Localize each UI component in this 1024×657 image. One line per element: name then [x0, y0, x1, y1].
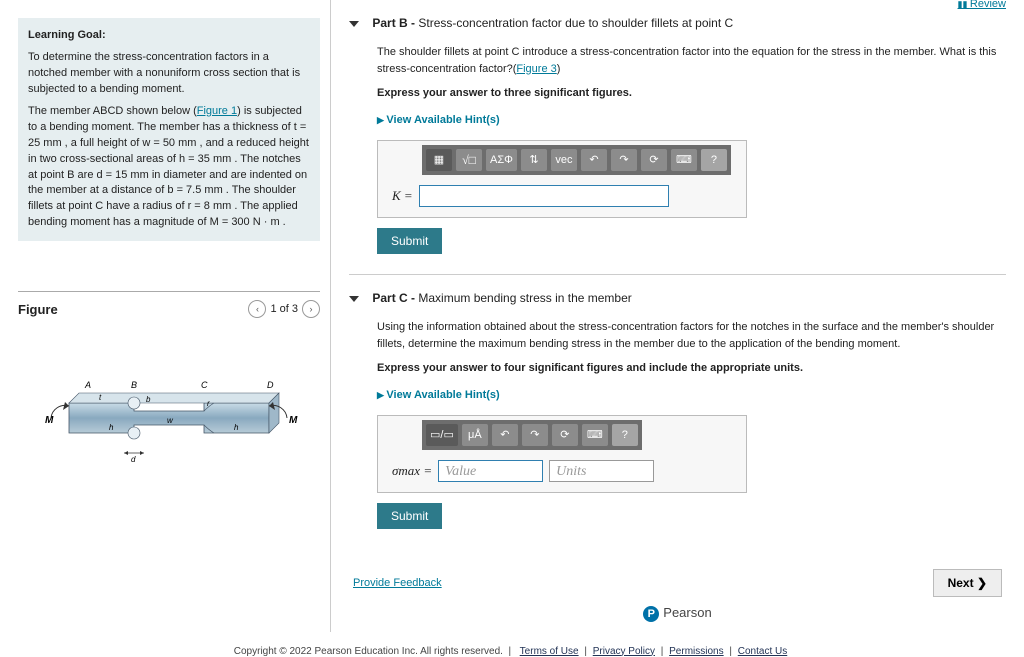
permissions-link[interactable]: Permissions: [669, 646, 723, 657]
svg-text:h: h: [109, 423, 114, 432]
templates-button[interactable]: ▦: [426, 149, 452, 171]
main-content: Review Part B - Stress-concentration fac…: [330, 0, 1024, 632]
part-b-section: Part B - Stress-concentration factor due…: [349, 16, 1006, 275]
help-button[interactable]: ?: [701, 149, 727, 171]
privacy-link[interactable]: Privacy Policy: [593, 646, 655, 657]
part-b-answer-box: ▦ √□ ΑΣΦ ⇅ vec ↶ ↷ ⟳ ⌨ ? K =: [377, 140, 747, 218]
figure-header: Figure ‹ 1 of 3 ›: [18, 291, 320, 318]
units-button[interactable]: μÅ: [462, 424, 488, 446]
part-c-units-input[interactable]: Units: [549, 460, 654, 482]
review-link[interactable]: Review: [958, 0, 1006, 10]
next-figure-button[interactable]: ›: [302, 300, 320, 318]
redo-button[interactable]: ↷: [522, 424, 548, 446]
beam-diagram: M M A B C D t b w h h r d: [39, 358, 299, 478]
svg-text:h: h: [234, 423, 239, 432]
arrows-button[interactable]: ⇅: [521, 149, 547, 171]
greek-button[interactable]: ΑΣΦ: [486, 149, 517, 171]
contact-link[interactable]: Contact Us: [738, 646, 787, 657]
part-c-hints-toggle[interactable]: View Available Hint(s): [377, 387, 1006, 404]
frac-button[interactable]: ▭/▭: [426, 424, 458, 446]
part-c-submit-button[interactable]: Submit: [377, 503, 442, 529]
part-b-submit-button[interactable]: Submit: [377, 228, 442, 254]
svg-text:D: D: [267, 380, 274, 390]
next-button[interactable]: Next ❯: [933, 569, 1002, 597]
caret-down-icon: [349, 21, 359, 27]
learning-goal-box: Learning Goal: To determine the stress-c…: [18, 18, 320, 241]
part-b-toolbar: ▦ √□ ΑΣΦ ⇅ vec ↶ ↷ ⟳ ⌨ ?: [422, 145, 731, 175]
figure-pager-label: 1 of 3: [270, 303, 298, 315]
learning-goal-title: Learning Goal:: [28, 29, 106, 41]
svg-text:C: C: [201, 380, 208, 390]
svg-text:d: d: [131, 455, 136, 464]
part-c-header[interactable]: Part C - Maximum bending stress in the m…: [349, 291, 1006, 305]
part-c-express: Express your answer to four significant …: [377, 360, 1006, 377]
help-button[interactable]: ?: [612, 424, 638, 446]
svg-text:M: M: [45, 415, 54, 426]
part-c-value-input[interactable]: Value: [438, 460, 543, 482]
terms-link[interactable]: Terms of Use: [520, 646, 579, 657]
part-b-variable: K =: [392, 186, 413, 206]
figure-title: Figure: [18, 302, 58, 317]
reset-button[interactable]: ⟳: [641, 149, 667, 171]
keyboard-button[interactable]: ⌨: [582, 424, 608, 446]
sqrt-button[interactable]: √□: [456, 149, 482, 171]
undo-button[interactable]: ↶: [581, 149, 607, 171]
pearson-brand: PPearson: [349, 605, 1006, 622]
vec-button[interactable]: vec: [551, 149, 577, 171]
learning-goal-p2: The member ABCD shown below (Figure 1) i…: [28, 104, 310, 232]
undo-button[interactable]: ↶: [492, 424, 518, 446]
part-c-toolbar: ▭/▭ μÅ ↶ ↷ ⟳ ⌨ ?: [422, 420, 642, 450]
part-b-header[interactable]: Part B - Stress-concentration factor due…: [349, 16, 1006, 30]
sidebar: Learning Goal: To determine the stress-c…: [0, 0, 330, 632]
footer-row: Provide Feedback Next ❯: [349, 569, 1006, 597]
figure-image: M M A B C D t b w h h r d: [18, 358, 320, 478]
svg-text:b: b: [146, 395, 151, 404]
part-c-answer-box: ▭/▭ μÅ ↶ ↷ ⟳ ⌨ ? σmax = Value Units: [377, 415, 747, 493]
part-b-express: Express your answer to three significant…: [377, 85, 1006, 102]
figure-1-link[interactable]: Figure 1: [197, 105, 237, 117]
prev-figure-button[interactable]: ‹: [248, 300, 266, 318]
keyboard-button[interactable]: ⌨: [671, 149, 697, 171]
svg-text:A: A: [84, 380, 91, 390]
svg-text:B: B: [131, 380, 137, 390]
redo-button[interactable]: ↷: [611, 149, 637, 171]
svg-text:M: M: [289, 415, 298, 426]
part-c-section: Part C - Maximum bending stress in the m…: [349, 291, 1006, 549]
learning-goal-p1: To determine the stress-concentration fa…: [28, 50, 310, 98]
pearson-logo-icon: P: [643, 606, 659, 622]
part-b-input[interactable]: [419, 185, 669, 207]
reset-button[interactable]: ⟳: [552, 424, 578, 446]
svg-text:r: r: [207, 399, 210, 408]
part-b-hints-toggle[interactable]: View Available Hint(s): [377, 112, 1006, 129]
bottom-links: Copyright © 2022 Pearson Education Inc. …: [0, 646, 1024, 657]
part-c-prompt: Using the information obtained about the…: [377, 319, 1006, 352]
part-b-prompt: The shoulder fillets at point C introduc…: [377, 44, 1006, 77]
figure-3-link[interactable]: Figure 3: [516, 63, 556, 75]
figure-pager: ‹ 1 of 3 ›: [248, 300, 320, 318]
provide-feedback-link[interactable]: Provide Feedback: [353, 577, 442, 589]
caret-down-icon: [349, 296, 359, 302]
part-c-variable: σmax =: [392, 461, 432, 481]
